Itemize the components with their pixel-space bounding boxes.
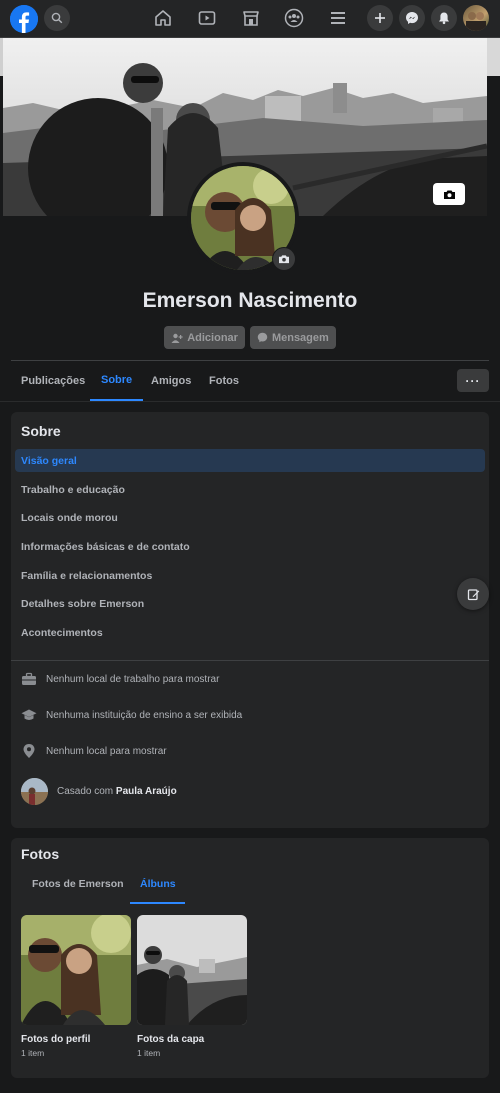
notifications-icon: [439, 12, 449, 25]
about-nav-places[interactable]: Locais onde morou: [15, 506, 485, 529]
add-friend-label: Adicionar: [187, 331, 238, 344]
divider: [0, 401, 500, 402]
album-profile-photos[interactable]: [21, 915, 131, 1025]
plus-icon: [375, 13, 385, 23]
groups-icon: [284, 8, 304, 28]
edit-cover-button[interactable]: [433, 183, 465, 205]
relationship-label: Casado com: [57, 786, 114, 797]
about-card: [11, 412, 489, 828]
watch-icon: [198, 11, 216, 25]
groups-nav-button[interactable]: [282, 6, 306, 30]
spouse-name-link[interactable]: Paula Araújo: [116, 786, 177, 797]
menu-icon: [331, 12, 345, 24]
about-nav-work-education[interactable]: Trabalho e educação: [15, 478, 485, 501]
cover-edge: [487, 38, 500, 76]
graduation-cap-icon: [21, 709, 37, 720]
message-label: Mensagem: [271, 331, 329, 344]
album-count: 1 item: [21, 1048, 45, 1058]
search-icon: [51, 12, 63, 24]
more-options-button[interactable]: ···: [457, 369, 489, 392]
profile-tabs: Publicações Sobre Amigos Fotos: [11, 361, 489, 401]
add-friend-icon: [171, 333, 183, 343]
tab-sobre[interactable]: Sobre: [90, 361, 144, 401]
spouse-avatar[interactable]: [21, 778, 48, 805]
about-nav-details[interactable]: Detalhes sobre Emerson: [15, 592, 485, 615]
edit-icon: [467, 588, 479, 600]
education-info-text: Nenhuma instituição de ensino a ser exib…: [46, 709, 243, 721]
about-nav-family[interactable]: Família e relacionamentos: [15, 564, 485, 587]
edit-profile-picture-button[interactable]: [272, 247, 296, 271]
about-nav-contact-info[interactable]: Informações básicas e de contato: [15, 535, 485, 558]
messenger-icon: [257, 332, 268, 343]
facebook-logo-icon[interactable]: [10, 5, 38, 33]
profile-name: Emerson Nascimento: [142, 289, 358, 312]
messenger-button[interactable]: [399, 5, 425, 31]
account-avatar[interactable]: [463, 5, 489, 31]
watch-nav-button[interactable]: [195, 6, 219, 30]
photos-title: Fotos: [21, 846, 60, 862]
work-info-text: Nenhum local de trabalho para mostrar: [46, 673, 220, 685]
divider: [11, 660, 489, 661]
location-pin-icon: [23, 744, 35, 758]
marketplace-icon: [243, 11, 259, 26]
create-button[interactable]: [367, 5, 393, 31]
work-info-row: Nenhum local de trabalho para mostrar: [21, 671, 219, 687]
album-cover-photos[interactable]: [137, 915, 247, 1025]
edit-about-button[interactable]: [457, 578, 489, 610]
about-nav-life-events[interactable]: Acontecimentos: [15, 621, 485, 644]
tab-fotos[interactable]: Fotos: [209, 361, 239, 401]
places-info-row: Nenhum local para mostrar: [21, 743, 167, 759]
home-icon: [155, 10, 171, 26]
album-title[interactable]: Fotos do perfil: [21, 1034, 90, 1045]
message-button[interactable]: Mensagem: [249, 326, 336, 349]
search-button[interactable]: [44, 5, 70, 31]
album-title[interactable]: Fotos da capa: [137, 1034, 204, 1045]
camera-icon: [279, 255, 289, 264]
tab-amigos[interactable]: Amigos: [151, 361, 191, 401]
menu-nav-button[interactable]: [326, 6, 350, 30]
top-navigation-bar: [0, 0, 500, 38]
about-title: Sobre: [21, 423, 61, 439]
tab-albums[interactable]: Álbuns: [130, 870, 185, 904]
tab-photos-of-emerson[interactable]: Fotos de Emerson: [32, 870, 124, 904]
notifications-button[interactable]: [431, 5, 457, 31]
profile-actions: Adicionar Mensagem: [0, 326, 500, 349]
places-info-text: Nenhum local para mostrar: [46, 745, 167, 757]
education-info-row: Nenhuma instituição de ensino a ser exib…: [21, 707, 242, 723]
marketplace-nav-button[interactable]: [239, 6, 263, 30]
about-nav-overview[interactable]: Visão geral: [15, 449, 485, 472]
add-friend-button[interactable]: Adicionar: [164, 326, 245, 349]
messenger-icon: [406, 12, 418, 24]
home-nav-button[interactable]: [151, 6, 175, 30]
album-count: 1 item: [137, 1048, 161, 1058]
tab-publicacoes[interactable]: Publicações: [21, 361, 85, 401]
camera-icon: [443, 190, 455, 199]
briefcase-icon: [22, 672, 36, 685]
relationship-info-row: Casado com Paula Araújo: [21, 778, 177, 805]
